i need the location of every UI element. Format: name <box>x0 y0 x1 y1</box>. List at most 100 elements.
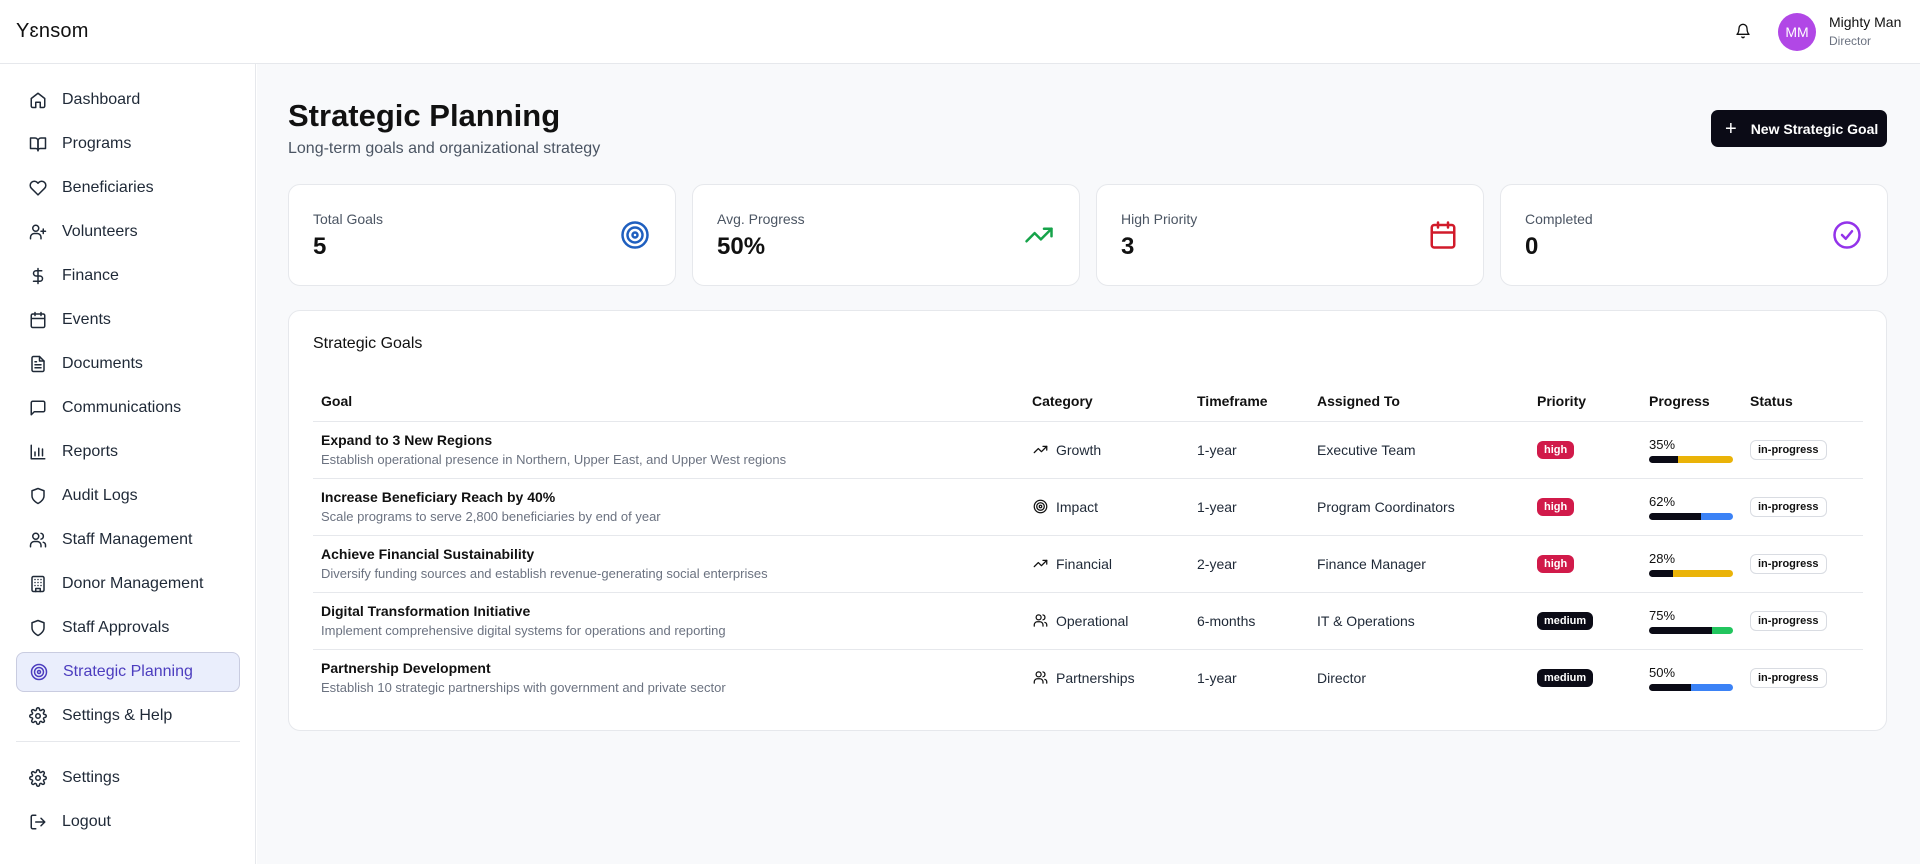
sidebar-item-logout[interactable]: Logout <box>16 802 240 842</box>
status-badge: in-progress <box>1750 610 1827 631</box>
sidebar-item-events[interactable]: Events <box>16 300 240 340</box>
column-header-progress: Progress <box>1641 381 1742 422</box>
sidebar-item-communications[interactable]: Communications <box>16 388 240 428</box>
table-row[interactable]: Increase Beneficiary Reach by 40% Scale p… <box>313 478 1863 536</box>
avatar[interactable]: MM <box>1778 13 1816 51</box>
table-row[interactable]: Achieve Financial Sustainability Diversif… <box>313 535 1863 593</box>
table-row[interactable]: Expand to 3 New Regions Establish operati… <box>313 421 1863 479</box>
sidebar-item-label: Finance <box>62 267 119 284</box>
category-cell: Partnerships <box>1024 649 1189 706</box>
priority-badge: high <box>1537 441 1575 459</box>
heart-icon <box>28 178 48 198</box>
sidebar-item-volunteers[interactable]: Volunteers <box>16 212 240 252</box>
bell-icon[interactable] <box>1732 20 1754 42</box>
progress-value: 75% <box>1649 607 1676 623</box>
sidebar-item-settings-and-help[interactable]: Settings & Help <box>16 696 240 736</box>
sidebar-item-label: Beneficiaries <box>62 179 154 196</box>
trending-up-icon <box>1032 556 1048 572</box>
progress-bar-track <box>1701 512 1733 520</box>
timeframe-cell: 6-months <box>1189 592 1309 650</box>
progress-bar-fill <box>1649 626 1712 634</box>
sidebar-item-staff-approvals[interactable]: Staff Approvals <box>16 608 240 648</box>
trending-up-icon <box>1023 219 1055 251</box>
progress-bar-fill <box>1649 569 1673 577</box>
assigned-to-cell: IT & Operations <box>1309 592 1529 650</box>
sidebar-item-donor-management[interactable]: Donor Management <box>16 564 240 604</box>
goal-title: Increase Beneficiary Reach by 40% <box>321 489 556 505</box>
assigned-to-cell: Finance Manager <box>1309 535 1529 593</box>
sidebar-item-audit-logs[interactable]: Audit Logs <box>16 476 240 516</box>
goal-cell: Increase Beneficiary Reach by 40% Scale p… <box>313 478 1024 536</box>
calendar-icon <box>28 310 48 330</box>
column-header-priority: Priority <box>1529 381 1641 422</box>
status-badge: in-progress <box>1750 667 1827 688</box>
goal-description: Establish 10 strategic partnerships with… <box>321 680 726 696</box>
progress-value: 62% <box>1649 493 1676 509</box>
assigned-to-cell: Director <box>1317 669 1367 686</box>
gear-icon <box>28 768 48 788</box>
goal-cell: Expand to 3 New Regions Establish operati… <box>313 421 1024 479</box>
sidebar-item-reports[interactable]: Reports <box>16 432 240 472</box>
stat-label: High Priority <box>1121 211 1198 227</box>
bar-chart-icon <box>28 442 48 462</box>
stat-label: Avg. Progress <box>717 211 805 227</box>
priority-badge: medium <box>1537 612 1594 630</box>
stat-card-high-priority: High Priority 3 <box>1096 184 1484 286</box>
table-row[interactable]: Digital Transformation Initiative Impleme… <box>313 592 1863 650</box>
logout-icon <box>28 812 48 832</box>
progress-bar-fill <box>1649 683 1691 691</box>
home-icon <box>28 90 48 110</box>
sidebar-item-strategic-planning[interactable]: Strategic Planning <box>16 652 240 692</box>
book-icon <box>28 134 48 154</box>
priority-badge: high <box>1537 498 1575 516</box>
sidebar-item-programs[interactable]: Programs <box>16 124 240 164</box>
stat-value: 0 <box>1525 233 1539 260</box>
user-plus-icon <box>28 222 48 242</box>
sidebar-item-finance[interactable]: Finance <box>16 256 240 296</box>
stat-card-avg-progress: Avg. Progress 50% <box>692 184 1080 286</box>
sidebar-item-beneficiaries[interactable]: Beneficiaries <box>16 168 240 208</box>
timeframe-cell: 1-year <box>1189 478 1309 536</box>
users-icon <box>1032 670 1048 686</box>
sidebar-item-staff-management[interactable]: Staff Management <box>16 520 240 560</box>
sidebar-item-settings[interactable]: Settings <box>16 758 240 798</box>
sidebar-item-dashboard[interactable]: Dashboard <box>16 80 240 120</box>
assigned-to-cell: Executive Team <box>1309 421 1529 479</box>
sidebar-item-documents[interactable]: Documents <box>16 344 240 384</box>
new-strategic-goal-button[interactable]: + New Strategic Goal <box>1711 110 1887 147</box>
sidebar-item-label: Strategic Planning <box>63 663 193 680</box>
progress-value: 35% <box>1649 436 1676 452</box>
progress-bar-track <box>1691 683 1733 691</box>
progress-bar-fill <box>1649 512 1702 520</box>
page-subtitle: Long-term goals and organizational strat… <box>288 140 601 157</box>
priority-cell: high <box>1529 421 1641 479</box>
shield-icon <box>28 486 48 506</box>
timeframe-cell: 1-year <box>1189 421 1309 479</box>
stat-label: Total Goals <box>313 211 384 227</box>
app-logo[interactable]: Yɛnsom <box>16 20 89 43</box>
goal-description: Establish operational presence in Northe… <box>321 452 787 467</box>
category: Growth <box>1032 442 1189 458</box>
sidebar-divider <box>16 741 240 742</box>
progress-cell: 50% <box>1641 649 1742 706</box>
sidebar-item-label: Logout <box>62 813 111 830</box>
plus-icon: + <box>1725 117 1737 140</box>
stat-card-total-goals: Total Goals 5 <box>288 184 676 286</box>
sidebar-item-label: Events <box>62 311 111 328</box>
category-cell: Operational <box>1024 592 1189 650</box>
progress-cell: 62% <box>1641 478 1742 536</box>
category: Operational <box>1032 613 1189 629</box>
stat-card-completed: Completed 0 <box>1500 184 1888 286</box>
main-content: Strategic Planning Long-term goals and o… <box>257 64 1920 864</box>
column-header-status: Status <box>1742 381 1863 422</box>
sidebar-item-label: Audit Logs <box>62 487 138 504</box>
sidebar-item-label: Programs <box>62 135 132 152</box>
table-row[interactable]: Partnership Development Establish 10 stra… <box>313 649 1863 706</box>
priority-cell: medium <box>1529 649 1641 706</box>
timeframe-cell: 1-year <box>1197 669 1237 686</box>
category: Financial <box>1032 556 1189 572</box>
users-icon <box>1032 613 1048 629</box>
column-header-category: Category <box>1024 381 1189 422</box>
goal-description: Diversify funding sources and establish … <box>321 566 768 581</box>
sidebar-item-label: Donor Management <box>62 575 204 592</box>
